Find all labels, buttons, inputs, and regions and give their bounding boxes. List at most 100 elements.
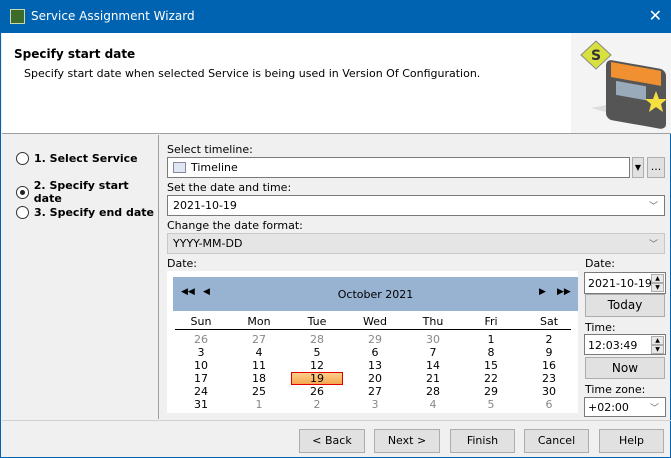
step-select-service[interactable]: 1. Select Service	[16, 152, 138, 165]
calendar-day[interactable]: 12	[291, 359, 343, 372]
spin-down-icon[interactable]: ▼	[651, 345, 664, 354]
radio-selected-icon[interactable]	[16, 185, 29, 199]
calendar-day[interactable]: 7	[407, 346, 459, 359]
calendar-day[interactable]: 1	[465, 333, 517, 346]
calendar-day[interactable]: 20	[349, 372, 401, 385]
title-bar: Service Assignment Wizard ✕	[1, 1, 671, 33]
spin-up-icon[interactable]: ▲	[651, 336, 664, 345]
calendar-day[interactable]: 15	[465, 359, 517, 372]
calendar-header: ◀◀ ◀ October 2021 ▶ ▶▶	[173, 277, 578, 311]
now-button[interactable]: Now	[585, 357, 665, 379]
close-icon[interactable]: ✕	[649, 6, 662, 25]
calendar-day[interactable]: 29	[465, 385, 517, 398]
calendar-day[interactable]: 18	[233, 372, 285, 385]
timeline-icon	[173, 162, 186, 173]
calendar-day[interactable]: 24	[175, 385, 227, 398]
back-button[interactable]: < Back	[299, 429, 365, 453]
button-bar: < Back Next > Finish Cancel Help	[2, 420, 671, 458]
calendar-day[interactable]: 3	[175, 346, 227, 359]
calendar-day[interactable]: 27	[233, 333, 285, 346]
train-logo-icon: S	[571, 33, 671, 133]
timeline-dropdown-button[interactable]: ▼	[632, 157, 644, 178]
finish-button[interactable]: Finish	[450, 429, 515, 453]
calendar-day[interactable]: 4	[233, 346, 285, 359]
time-spinner[interactable]: 12:03:49 ▲ ▼	[584, 334, 666, 355]
wizard-window: Service Assignment Wizard ✕ Specify star…	[0, 0, 671, 458]
calendar-day[interactable]: 6	[349, 346, 401, 359]
timeline-select[interactable]: Timeline	[167, 157, 630, 178]
chevron-down-icon: ﹀	[649, 404, 659, 414]
format-label: Change the date format:	[167, 219, 303, 232]
spin-down-icon[interactable]: ▼	[651, 283, 664, 292]
next-month-icon[interactable]: ▶	[539, 287, 546, 297]
time-spinner-value: 12:03:49	[588, 339, 638, 352]
chevron-down-icon: ﹀	[648, 240, 658, 250]
radio-icon[interactable]	[16, 152, 29, 165]
weekday-header: Mon	[247, 315, 271, 328]
step-label: 3. Specify end date	[34, 206, 155, 219]
wizard-header: Specify start date Specify start date wh…	[2, 33, 671, 134]
calendar-day[interactable]: 9	[523, 346, 575, 359]
calendar-label: Date:	[167, 257, 197, 270]
calendar-day[interactable]: 31	[175, 398, 227, 411]
spin-up-icon[interactable]: ▲	[651, 274, 664, 283]
calendar-day[interactable]: 17	[175, 372, 227, 385]
calendar-day[interactable]: 2	[523, 333, 575, 346]
calendar-day[interactable]: 23	[523, 372, 575, 385]
calendar-day[interactable]: 27	[349, 385, 401, 398]
calendar-day[interactable]: 29	[349, 333, 401, 346]
cancel-button[interactable]: Cancel	[524, 429, 589, 453]
calendar-day[interactable]: 4	[407, 398, 459, 411]
calendar-day[interactable]: 25	[233, 385, 285, 398]
svg-text:S: S	[591, 48, 601, 64]
calendar-day[interactable]: 30	[523, 385, 575, 398]
calendar-day[interactable]: 3	[349, 398, 401, 411]
today-button[interactable]: Today	[585, 294, 665, 317]
date-format-combo[interactable]: YYYY-MM-DD ﹀	[167, 233, 665, 254]
calendar-day[interactable]: 8	[465, 346, 517, 359]
step-specify-start-date[interactable]: 2. Specify start date	[16, 179, 158, 205]
calendar-day[interactable]: 28	[407, 385, 459, 398]
weekday-header: Thu	[422, 315, 444, 328]
calendar-day[interactable]: 2	[291, 398, 343, 411]
calendar-day[interactable]: 22	[465, 372, 517, 385]
calendar-day[interactable]: 1	[233, 398, 285, 411]
calendar-day-selected[interactable]: 19	[291, 372, 343, 385]
datetime-value: 2021-10-19	[173, 199, 237, 212]
calendar-divider	[175, 329, 571, 330]
timezone-select[interactable]: +02:00 ﹀	[584, 397, 666, 417]
date-spinner[interactable]: 2021-10-19 ▲ ▼	[584, 272, 666, 294]
timeline-more-button[interactable]: ...	[647, 157, 665, 178]
calendar-day[interactable]: 5	[465, 398, 517, 411]
step-specify-end-date[interactable]: 3. Specify end date	[16, 206, 154, 219]
calendar-day[interactable]: 16	[523, 359, 575, 372]
timeline-label: Select timeline:	[167, 143, 253, 156]
weekday-header: Wed	[363, 315, 387, 328]
next-button[interactable]: Next >	[374, 429, 440, 453]
calendar-day[interactable]: 6	[523, 398, 575, 411]
calendar: ◀◀ ◀ October 2021 ▶ ▶▶ Sun Mon Tue Wed Thu Fr…	[167, 271, 578, 413]
app-icon	[10, 9, 25, 24]
calendar-day[interactable]: 26	[291, 385, 343, 398]
timezone-label: Time zone:	[585, 383, 646, 396]
timezone-value: +02:00	[588, 401, 629, 414]
help-button[interactable]: Help	[599, 429, 664, 453]
calendar-day[interactable]: 30	[407, 333, 459, 346]
calendar-day[interactable]: 21	[407, 372, 459, 385]
calendar-day[interactable]: 10	[175, 359, 227, 372]
time-label: Time:	[585, 321, 616, 334]
calendar-day[interactable]: 11	[233, 359, 285, 372]
calendar-day[interactable]: 5	[291, 346, 343, 359]
radio-icon[interactable]	[16, 206, 29, 219]
date-spinner-value: 2021-10-19	[588, 277, 652, 290]
step-label: 1. Select Service	[34, 152, 138, 165]
datetime-combo[interactable]: 2021-10-19 ﹀	[167, 195, 665, 216]
calendar-day[interactable]: 14	[407, 359, 459, 372]
next-year-icon[interactable]: ▶▶	[557, 287, 571, 297]
calendar-day[interactable]: 28	[291, 333, 343, 346]
weekday-header: Tue	[307, 315, 327, 328]
weekday-header: Fri	[484, 315, 498, 328]
calendar-day[interactable]: 26	[175, 333, 227, 346]
calendar-day[interactable]: 13	[349, 359, 401, 372]
page-title: Specify start date	[14, 47, 136, 61]
